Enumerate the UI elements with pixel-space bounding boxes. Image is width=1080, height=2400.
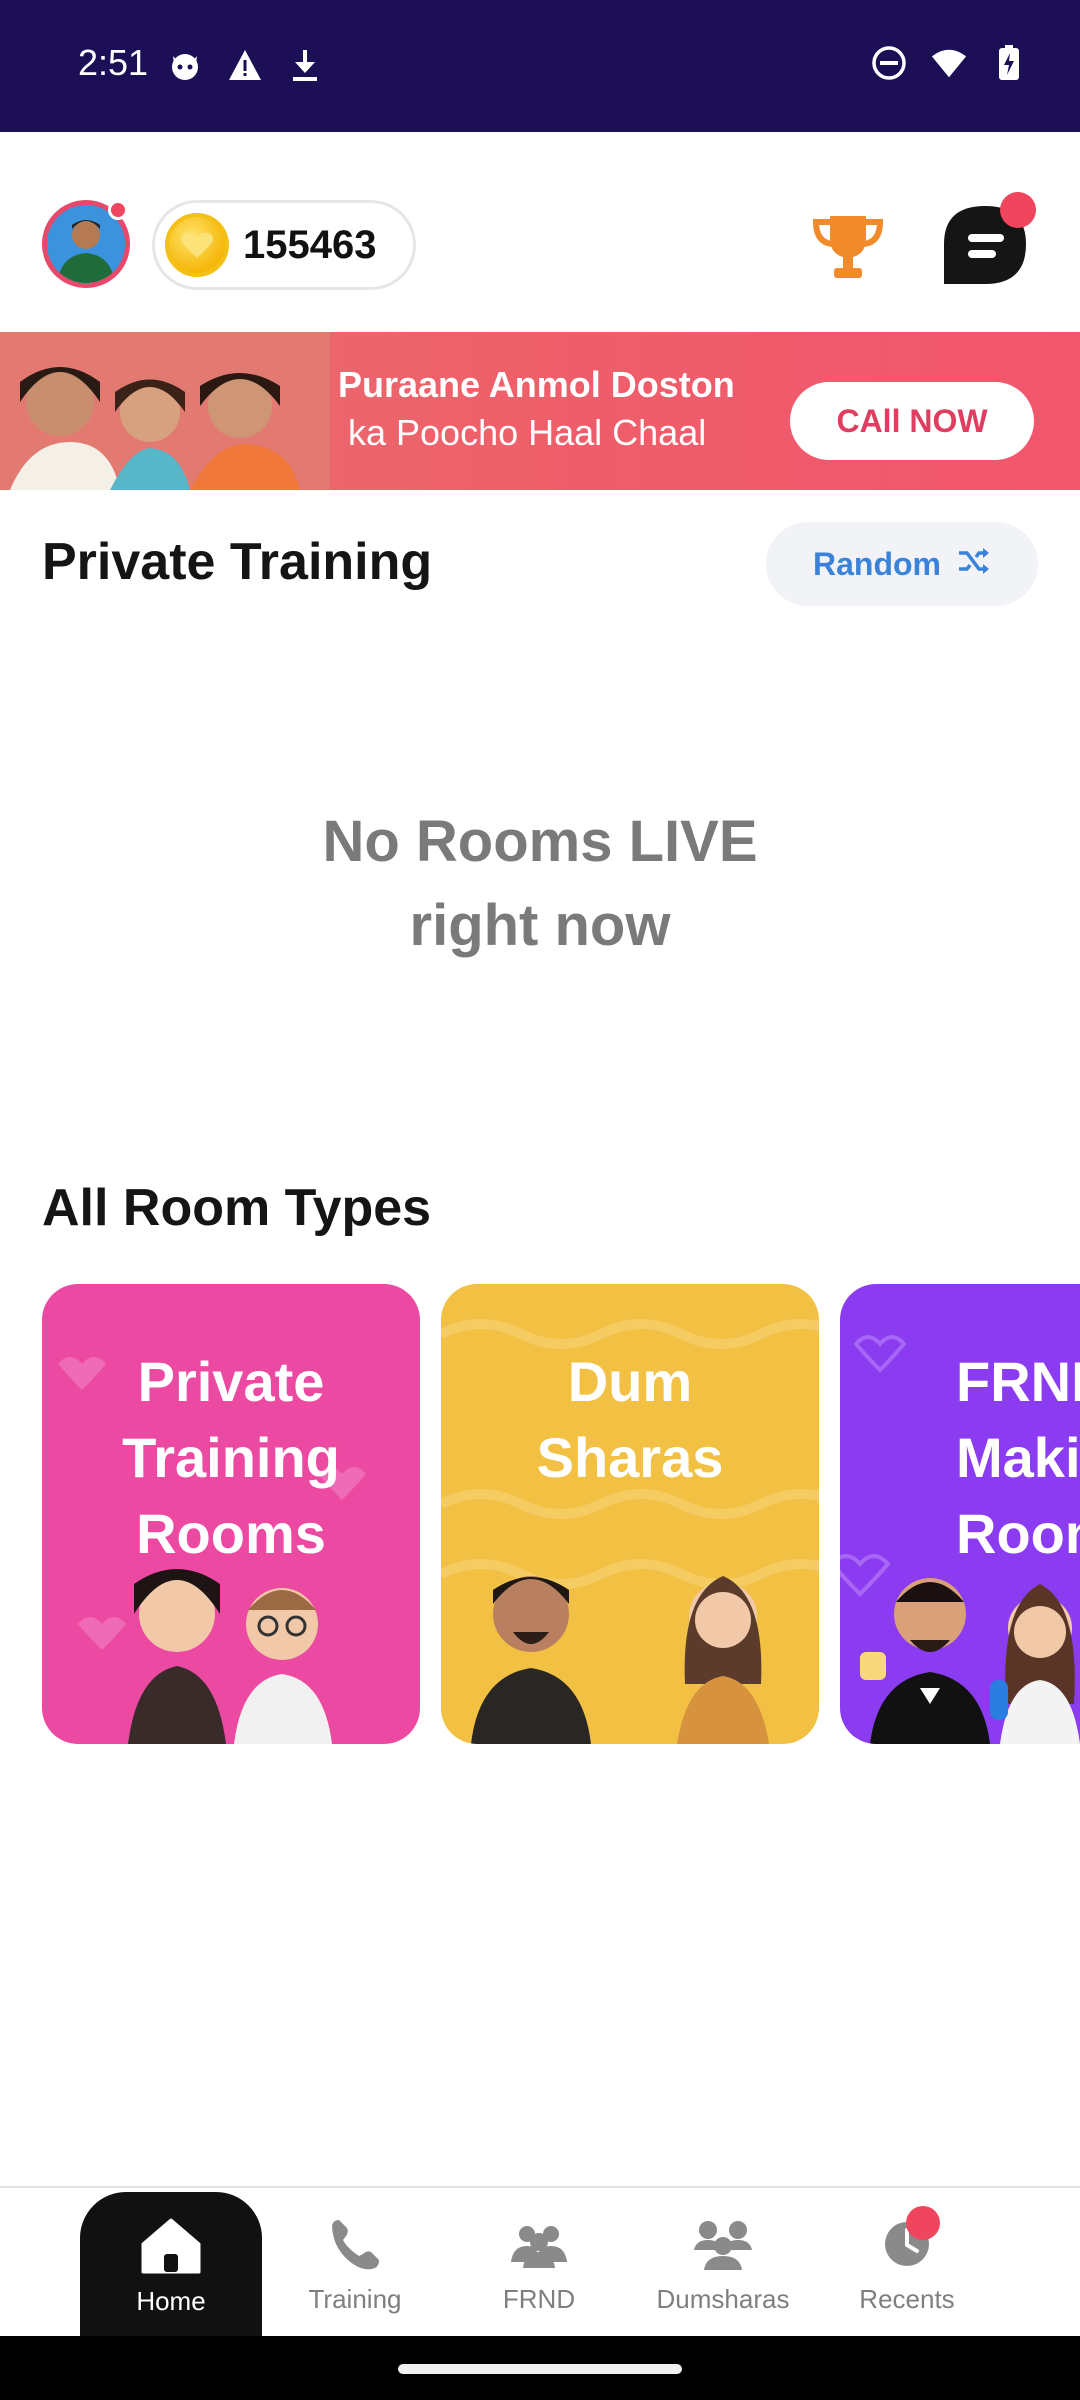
empty-rooms-line1: No Rooms LIVE — [322, 809, 758, 874]
card-title: Private Training Rooms — [42, 1344, 420, 1572]
cat-face-icon — [166, 46, 204, 84]
nav-label: FRND — [502, 2283, 576, 2314]
download-icon — [286, 46, 324, 84]
card-title-line: Private — [137, 1350, 325, 1413]
nav-training[interactable]: Training — [264, 2188, 446, 2338]
empty-rooms-line2: right now — [409, 893, 671, 958]
nav-label: Dumsharas — [656, 2283, 790, 2314]
call-now-button[interactable]: CAll NOW — [790, 382, 1034, 460]
nav-home[interactable]: Home — [80, 2192, 262, 2338]
card-title-line: Rooms — [956, 1502, 1080, 1565]
shuffle-icon — [957, 546, 991, 583]
card-title-line: Making — [956, 1426, 1080, 1489]
nav-label: Recents — [859, 2283, 955, 2314]
heart-coin-icon — [165, 213, 229, 277]
coin-balance[interactable]: 155463 — [152, 200, 416, 290]
status-right-icons — [870, 44, 1028, 82]
wifi-icon — [930, 44, 968, 82]
banner-subline: ka Poocho Haal Chaal — [348, 412, 707, 453]
room-type-carousel[interactable]: Private Training Rooms Dum Sharas FRN Ma… — [42, 1284, 1080, 1744]
recents-notification-dot — [906, 2206, 940, 2240]
card-title-line: Dum — [567, 1350, 693, 1413]
room-card-dum-sharas[interactable]: Dum Sharas — [441, 1284, 819, 1744]
banner-headline: Puraane Anmol Doston — [338, 364, 735, 405]
random-button[interactable]: Random — [766, 522, 1038, 606]
app-header: 155463 — [0, 132, 1080, 332]
avatar-notification-dot — [108, 200, 128, 220]
trophy-icon[interactable] — [808, 212, 888, 284]
nav-frnd[interactable]: FRND — [448, 2188, 630, 2338]
private-training-title: Private Training — [42, 533, 433, 591]
bottom-navigation: Home Training FRND Dumsharas Recents — [0, 2186, 1080, 2338]
card-title-line: FRND — [956, 1350, 1080, 1413]
gesture-handle[interactable] — [398, 2364, 682, 2374]
group-icon — [691, 2212, 755, 2276]
status-bar: 2:51 — [0, 0, 1080, 132]
card-title-line: Sharas — [536, 1426, 724, 1489]
home-icon — [139, 2214, 203, 2278]
room-card-private-training[interactable]: Private Training Rooms — [42, 1284, 420, 1744]
nav-label: Training — [308, 2283, 402, 2314]
card-title: Dum Sharas — [441, 1344, 819, 1496]
do-not-disturb-icon — [870, 44, 908, 82]
nav-recents[interactable]: Recents — [816, 2188, 998, 2338]
promo-banner[interactable]: Puraane Anmol Doston ka Poocho Haal Chaa… — [0, 332, 1080, 490]
card-title-line: Rooms — [136, 1502, 326, 1565]
empty-rooms-message: No Rooms LIVE right now — [0, 800, 1080, 968]
room-card-frnd-making[interactable]: FRND Making Rooms — [840, 1284, 1080, 1744]
status-time: 2:51 — [78, 42, 149, 83]
chat-notification-dot — [1000, 192, 1036, 228]
card-title: FRND Making Rooms — [840, 1344, 1080, 1572]
phone-icon — [323, 2212, 387, 2276]
status-left-icons — [166, 46, 324, 84]
random-button-label: Random — [813, 545, 941, 582]
friends-icon — [507, 2212, 571, 2276]
battery-charging-icon — [990, 44, 1028, 82]
nav-dumsharas[interactable]: Dumsharas — [632, 2188, 814, 2338]
banner-people-image — [0, 332, 330, 490]
room-types-title: All Room Types — [42, 1179, 432, 1237]
alert-triangle-icon — [226, 46, 264, 84]
card-title-line: Training — [122, 1426, 340, 1489]
coin-count: 155463 — [243, 222, 377, 267]
nav-label: Home — [136, 2285, 206, 2316]
